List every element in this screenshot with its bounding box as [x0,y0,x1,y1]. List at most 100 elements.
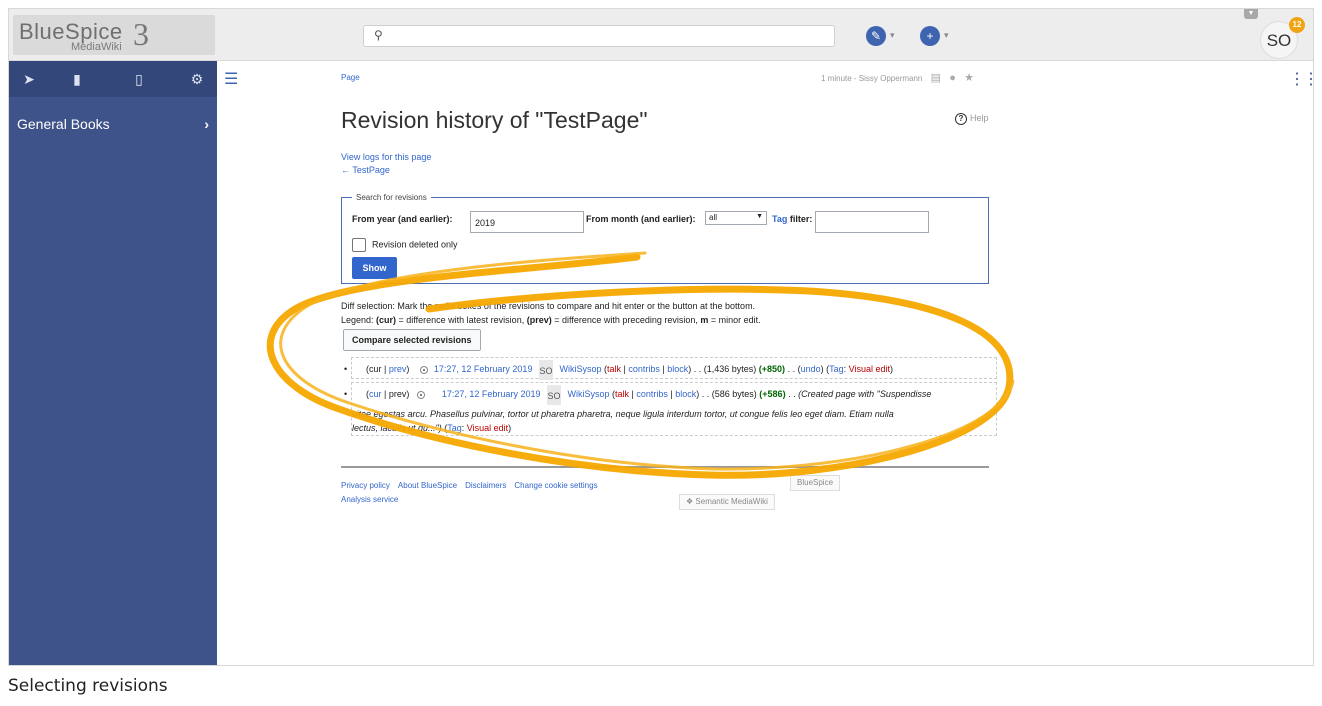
contribs-link[interactable]: contribs [636,389,668,399]
compare-revisions-button[interactable]: Compare selected revisions [343,329,481,351]
legend-prev: (prev) [526,315,552,325]
analysis-service-link[interactable]: Analysis service [341,495,398,504]
add-icon[interactable]: + [920,26,940,46]
star-icon[interactable]: ★ [964,72,974,84]
deleted-only-row: Revision deleted only [352,238,458,252]
page-links: View logs for this page ← TestPage [341,151,431,177]
tag-visual-edit[interactable]: Visual edit [849,364,890,374]
collapse-chevron-icon[interactable]: ▼ [1244,9,1258,19]
legend-prev-desc: = difference with preceding revision, [551,315,701,325]
search-input[interactable]: ⚲ [363,25,835,47]
year-label: From year (and earlier): [352,214,453,224]
sidebar: ➤ ▮ ▯ ⚙ General Books › [9,61,217,665]
block-link[interactable]: block [675,389,696,399]
back-to-page-link[interactable]: ← TestPage [341,165,390,175]
tag-filter-input[interactable] [815,211,929,233]
user-avatar-small: SO [546,384,561,405]
month-select[interactable]: all ▼ [705,211,767,225]
search-icon: ⚲ [374,28,383,42]
add-menu-chevron-icon[interactable]: ▾ [944,30,949,41]
logo-version: 3 [133,16,149,52]
user-avatar-small: SO [538,359,553,380]
diff-selection-help: Diff selection: Mark the radio boxes of … [341,301,756,311]
bullet: • [344,389,348,399]
bullet: • [344,364,348,374]
powered-by-bluespice[interactable]: BlueSpice [790,475,841,491]
talk-link[interactable]: talk [615,389,629,399]
apps-grid-icon[interactable]: ⋮⋮⋮ [1289,69,1313,89]
month-label: From month (and earlier): [586,214,696,224]
cur-link[interactable]: cur [369,389,382,399]
hamburger-menu-icon[interactable]: ☰ [224,69,238,89]
prev-link[interactable]: prev [389,364,407,374]
view-logs-link[interactable]: View logs for this page [341,152,431,162]
help-link[interactable]: ? Help [955,113,989,125]
deleted-only-checkbox[interactable] [352,238,366,252]
bluespice-badge-label: BlueSpice [797,478,834,487]
revision-size: (586 bytes) [711,389,757,399]
cur-label: cur [369,364,382,374]
navigation-icon[interactable]: ➤ [19,69,39,89]
cookie-settings-link[interactable]: Change cookie settings [514,481,597,490]
edit-icon[interactable]: ✎ [866,26,886,46]
tag-link[interactable]: Tag [447,423,462,433]
sidebar-item-general-books[interactable]: General Books › [17,116,209,136]
page-title: Revision history of "TestPage" [341,107,648,133]
about-link[interactable]: About BlueSpice [398,481,457,490]
contribs-link[interactable]: contribs [628,364,660,374]
footer: Privacy policy About BlueSpice Disclaimers… [341,479,606,507]
document-icon[interactable]: ▤ [931,72,941,84]
last-edit-info[interactable]: 1 minute - Sissy Oppermann [821,74,922,83]
sidebar-tabs: ➤ ▮ ▯ ⚙ [9,61,217,97]
help-label: Help [970,113,989,123]
notification-badge[interactable]: 12 [1289,17,1305,33]
deleted-only-label: Revision deleted only [372,239,458,250]
undo-link[interactable]: undo [801,364,821,374]
user-link[interactable]: WikiSysop [559,364,601,374]
book-icon[interactable]: ▮ [67,69,87,89]
comments-icon[interactable]: ● [949,72,956,84]
filter-label: filter: [789,214,813,224]
tag-filter-label: Tag filter: [772,214,812,224]
edit-summary-end-line: lectus, iaculis ut qu...") (Tag: Visual … [352,423,512,433]
block-link[interactable]: block [667,364,688,374]
dropdown-arrow-icon: ▼ [756,213,763,220]
revision-search-form: Search for revisions From year (and earl… [341,193,989,284]
privacy-policy-link[interactable]: Privacy policy [341,481,390,490]
legend-cur-desc: = difference with latest revision, [396,315,527,325]
size-diff: (+850) [758,364,786,374]
legend-text: Diff selection: Mark the radio boxes of … [341,299,761,327]
revision-date-link[interactable]: 17:27, 12 February 2019 [442,389,541,399]
powered-by-smw[interactable]: ❖ Semantic MediaWiki [679,494,775,510]
tag-link[interactable]: Tag [772,214,787,224]
show-button[interactable]: Show [352,257,397,279]
smw-badge-label: Semantic MediaWiki [695,497,768,506]
page-meta: 1 minute - Sissy Oppermann ▤ ● ★ [821,71,1001,84]
logo-subtext: MediaWiki [71,41,122,53]
edit-menu-chevron-icon[interactable]: ▾ [890,30,895,41]
tag-link[interactable]: Tag [829,364,844,374]
browser-frame: BlueSpice MediaWiki 3 ⚲ ✎ ▾ + ▾ ▼ SO 12 … [8,8,1314,666]
top-bar: BlueSpice MediaWiki 3 ⚲ ✎ ▾ + ▾ ▼ SO 12 [9,9,1313,61]
revision-radio-old[interactable] [419,365,428,374]
bluespice-logo[interactable]: BlueSpice MediaWiki 3 [13,15,215,55]
image-caption: Selecting revisions [8,676,168,696]
edit-summary-end: lectus, iaculis ut qu...") [352,423,442,433]
user-link[interactable]: WikiSysop [568,389,610,399]
size-diff: (+586) [759,389,786,399]
breadcrumb[interactable]: Page [341,73,360,82]
revision-date-link[interactable]: 17:27, 12 February 2019 [434,364,533,374]
legend-cur: (cur) [376,315,397,325]
year-input[interactable]: 2019 [470,211,584,233]
clipboard-icon[interactable]: ▯ [129,69,149,89]
revision-row: • (cur | prev) 17:27, 12 February 2019 S… [344,357,997,380]
gear-icon[interactable]: ⚙ [187,69,207,89]
form-legend: Search for revisions [356,193,427,202]
chevron-right-icon: › [204,116,209,132]
revision-row: • (cur | prev) 17:27, 12 February 2019 S… [344,382,997,436]
tag-visual-edit[interactable]: Visual edit [467,423,508,433]
revision-radio-new[interactable] [417,390,426,399]
revision-row-line-1: (cur | prev) 17:27, 12 February 2019 SO … [366,383,996,405]
talk-link[interactable]: talk [607,364,621,374]
disclaimers-link[interactable]: Disclaimers [465,481,506,490]
